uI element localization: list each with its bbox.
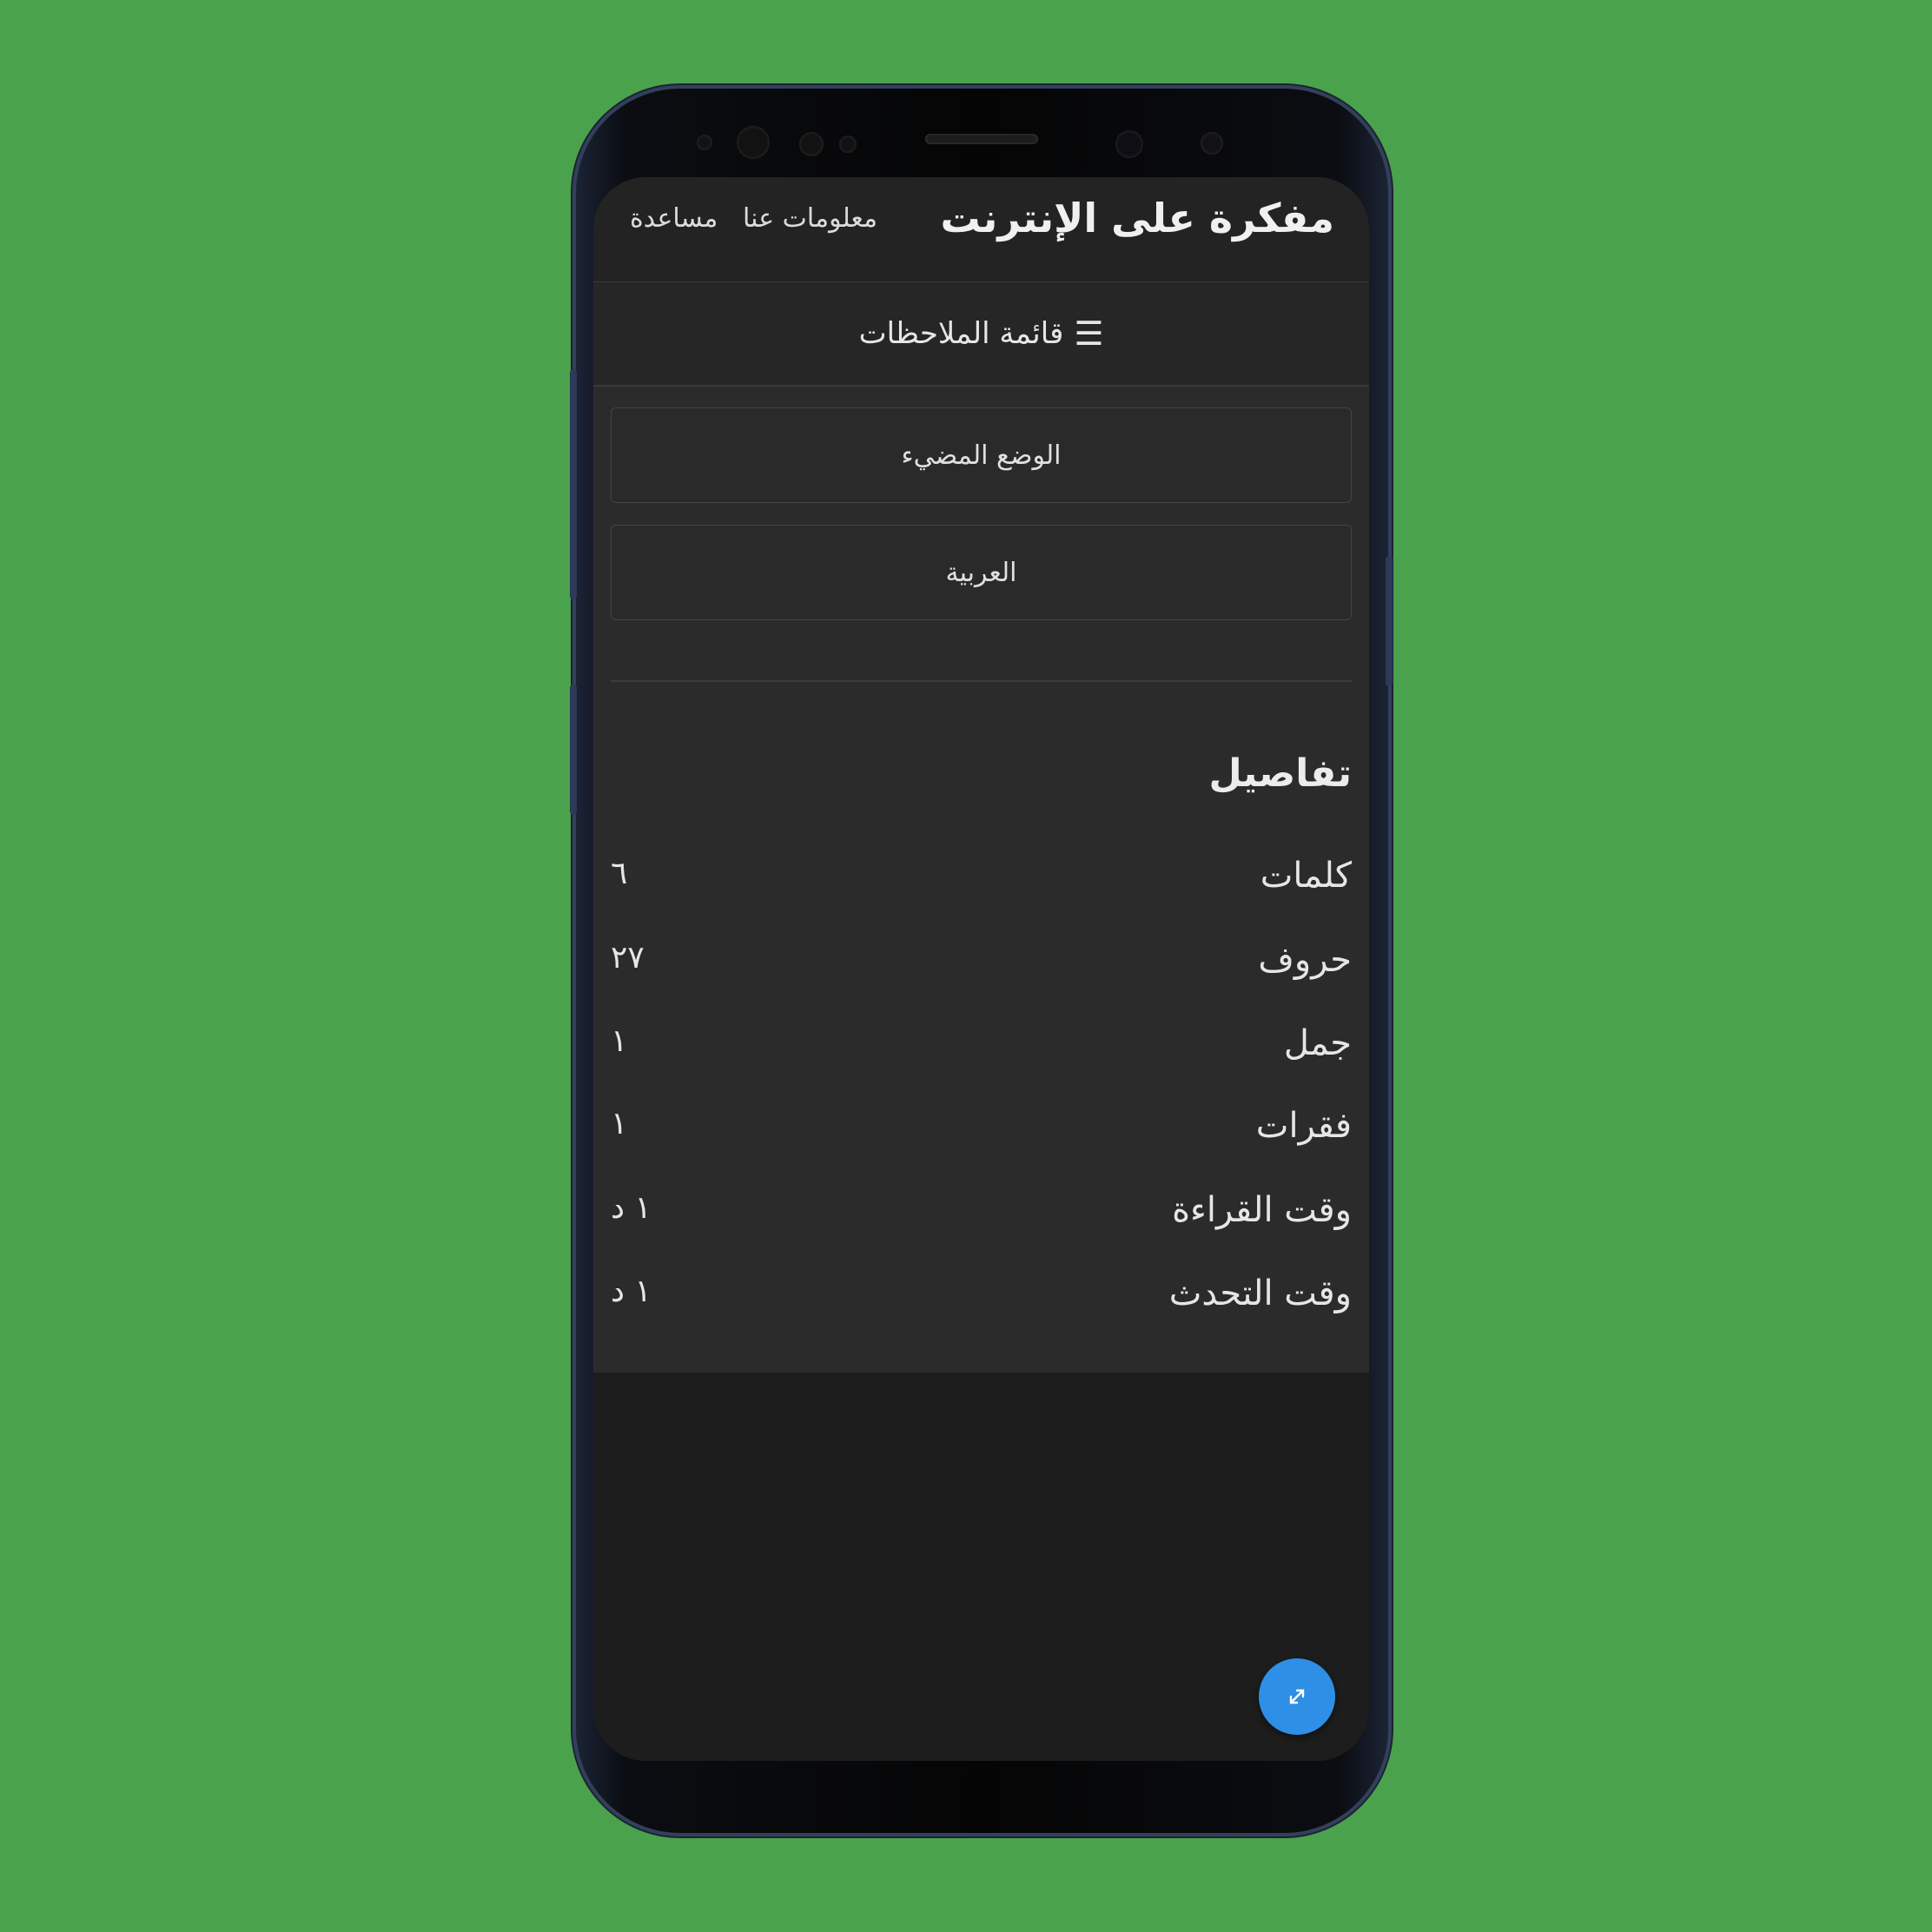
expand-fab-button[interactable] <box>1259 1658 1335 1735</box>
stat-row-sentences: جمل ١ <box>611 1023 1352 1075</box>
notes-list-label: قائمة الملاحظات <box>858 316 1064 351</box>
volume-up-button <box>570 369 577 599</box>
stat-label: حروف <box>1258 940 1352 980</box>
stat-row-characters: حروف ٢٧ <box>611 940 1352 992</box>
app-header: مفكرة على الإنترنت معلومات عنا مساعدة <box>593 177 1369 282</box>
details-title: تفاصيل <box>1208 751 1352 796</box>
sensor-dot <box>1201 132 1223 155</box>
sidebar-panel: الوضع المضيء العربية تفاصيل كلمات ٦ حروف… <box>593 387 1369 1373</box>
stat-row-words: كلمات ٦ <box>611 856 1352 908</box>
stat-label: كلمات <box>1260 856 1352 896</box>
stat-label: وقت القراءة <box>1172 1190 1352 1230</box>
power-button <box>1386 556 1393 686</box>
stat-value: ١ د <box>611 1190 652 1226</box>
volume-down-button <box>570 685 577 815</box>
stat-row-speaking-time: وقت التحدث ١ د <box>611 1274 1352 1326</box>
phone-screen: مفكرة على الإنترنت معلومات عنا مساعدة ☰ … <box>593 177 1369 1761</box>
expand-icon <box>1289 1689 1305 1704</box>
stat-value: ١ د <box>611 1274 652 1309</box>
language-button[interactable]: العربية <box>611 525 1352 620</box>
stat-row-paragraphs: فقرات ١ <box>611 1106 1352 1158</box>
nav-about-link[interactable]: معلومات عنا <box>743 203 877 234</box>
stat-label: فقرات <box>1255 1106 1352 1146</box>
divider <box>611 680 1352 682</box>
stat-row-reading-time: وقت القراءة ١ د <box>611 1190 1352 1242</box>
notes-list-toggle[interactable]: ☰ قائمة الملاحظات <box>593 282 1369 387</box>
sensor-dot <box>799 132 824 156</box>
front-sensor <box>737 126 770 159</box>
theme-toggle-button[interactable]: الوضع المضيء <box>611 407 1352 503</box>
app-title[interactable]: مفكرة على الإنترنت <box>940 195 1334 242</box>
front-camera <box>1115 130 1143 158</box>
sensor-dot <box>839 136 857 153</box>
earpiece-speaker <box>925 134 1038 144</box>
stat-value: ٦ <box>611 856 628 891</box>
stat-label: وقت التحدث <box>1168 1274 1352 1313</box>
stat-value: ٢٧ <box>611 940 645 976</box>
stat-value: ١ <box>611 1023 628 1059</box>
sensor-dot <box>697 135 712 150</box>
hamburger-icon: ☰ <box>1074 314 1104 353</box>
stat-label: جمل <box>1283 1023 1352 1063</box>
stat-value: ١ <box>611 1106 628 1141</box>
nav-help-link[interactable]: مساعدة <box>630 203 718 234</box>
